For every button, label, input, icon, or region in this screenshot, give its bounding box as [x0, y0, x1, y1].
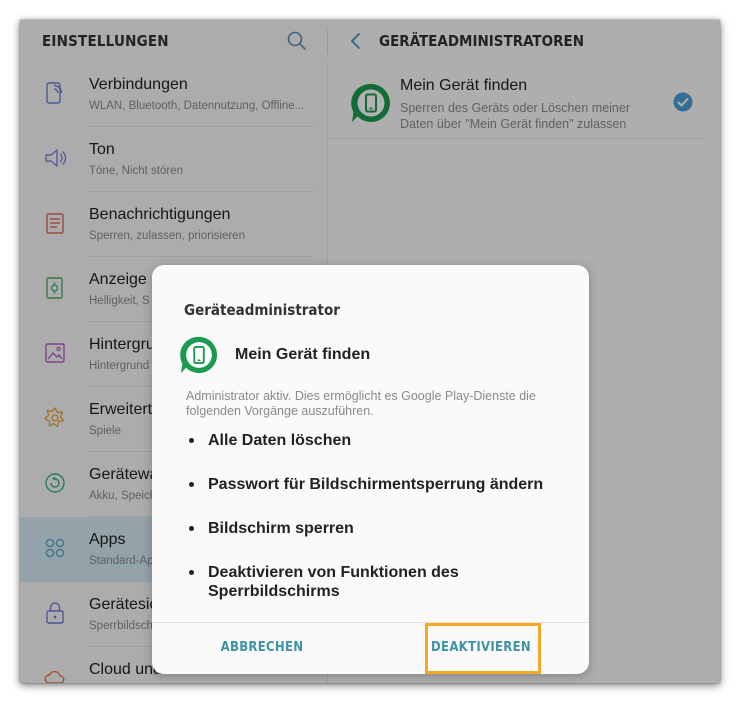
- cancel-button[interactable]: ABBRECHEN: [212, 630, 312, 666]
- device-admin-dialog: Geräteadministrator Mein Gerät finden Ad…: [152, 265, 589, 674]
- dialog-app-name: Mein Gerät finden: [235, 346, 371, 363]
- permission-item: Alle Daten löschen: [188, 431, 568, 450]
- permission-item: Passwort für Bildschirmentsperrung änder…: [188, 475, 568, 494]
- permission-item: Bildschirm sperren: [188, 519, 568, 538]
- dialog-description: Administrator aktiv. Dies ermöglicht es …: [186, 389, 536, 418]
- permission-list: Alle Daten löschen Passwort für Bildschi…: [188, 431, 568, 601]
- dialog-divider: [152, 622, 589, 623]
- permission-item: Deaktivieren von Funktionen des Sperrbil…: [188, 563, 568, 601]
- dialog-title: Geräteadministrator: [184, 301, 340, 319]
- deactivate-button[interactable]: DEAKTIVIEREN: [425, 630, 537, 666]
- find-my-device-icon: [179, 335, 219, 375]
